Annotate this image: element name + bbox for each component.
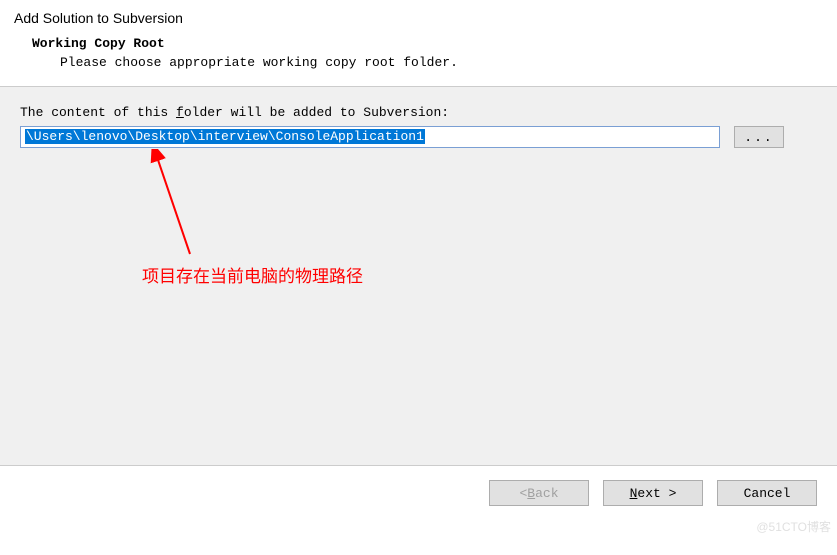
path-row: \Users\lenovo\Desktop\interview\ConsoleA…	[20, 126, 817, 148]
folder-label: The content of this folder will be added…	[20, 105, 817, 120]
dialog-title: Add Solution to Subversion	[14, 10, 823, 26]
dialog-content: The content of this folder will be added…	[0, 86, 837, 466]
cancel-button[interactable]: Cancel	[717, 480, 817, 506]
dialog-footer: < Back Next > Cancel	[0, 466, 837, 520]
dialog-subtitle: Working Copy Root	[32, 36, 823, 51]
folder-path-value: \Users\lenovo\Desktop\interview\ConsoleA…	[25, 129, 425, 144]
annotation-arrow-icon	[145, 149, 205, 259]
browse-button[interactable]: ...	[734, 126, 784, 148]
dialog-header: Add Solution to Subversion Working Copy …	[0, 0, 837, 86]
next-button[interactable]: Next >	[603, 480, 703, 506]
watermark: @51CTO博客	[756, 518, 831, 535]
annotation-text: 项目存在当前电脑的物理路径	[142, 262, 363, 287]
folder-path-input[interactable]: \Users\lenovo\Desktop\interview\ConsoleA…	[20, 126, 720, 148]
back-button: < Back	[489, 480, 589, 506]
dialog-subtitle-desc: Please choose appropriate working copy r…	[60, 55, 823, 70]
